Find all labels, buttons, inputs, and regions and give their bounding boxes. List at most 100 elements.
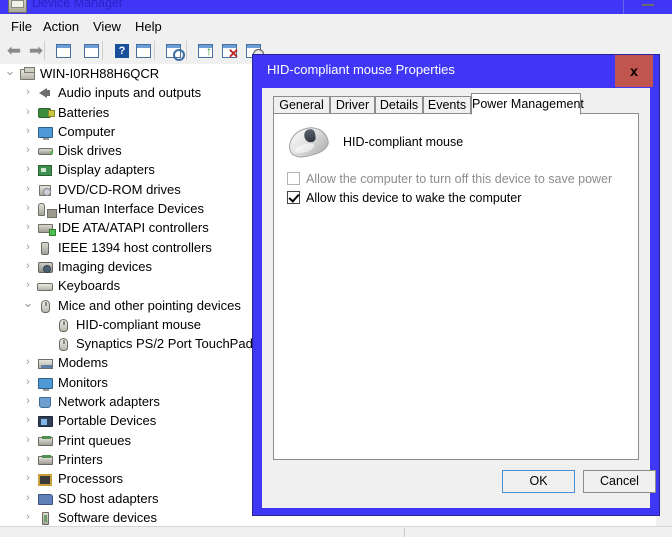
chevron-right-icon[interactable]: › bbox=[22, 199, 34, 218]
chevron-down-icon[interactable]: ⌄ bbox=[22, 295, 34, 310]
chevron-right-icon[interactable]: › bbox=[22, 450, 34, 469]
dvd-drive-icon bbox=[36, 182, 54, 198]
monitor-icon bbox=[36, 375, 54, 391]
chevron-right-icon[interactable]: › bbox=[22, 238, 34, 257]
close-icon[interactable]: x bbox=[615, 55, 653, 87]
dialog-title: HID-compliant mouse Properties bbox=[267, 62, 455, 77]
tree-item-label: Display adapters bbox=[58, 162, 155, 178]
chevron-right-icon[interactable]: › bbox=[22, 218, 34, 237]
chevron-right-icon[interactable]: › bbox=[22, 373, 34, 392]
mouse-icon bbox=[36, 298, 54, 314]
tab-driver[interactable]: Driver bbox=[330, 96, 375, 114]
menu-file[interactable]: File bbox=[6, 17, 37, 36]
tree-item-label: HID-compliant mouse bbox=[76, 316, 201, 332]
tab-events[interactable]: Events bbox=[423, 96, 471, 114]
tree-item-label: Printers bbox=[58, 451, 103, 467]
icon-shape bbox=[42, 511, 49, 525]
modem-icon bbox=[36, 355, 54, 371]
chevron-right-icon[interactable]: › bbox=[22, 103, 34, 122]
chevron-right-icon[interactable]: › bbox=[22, 160, 34, 179]
dialog-titlebar[interactable]: HID-compliant mouse Properties x bbox=[253, 55, 659, 87]
menu-view[interactable]: View bbox=[88, 17, 126, 36]
chevron-down-icon[interactable]: ⌄ bbox=[4, 64, 16, 78]
toolbar-divider bbox=[154, 41, 155, 60]
icon-shape bbox=[20, 67, 35, 80]
show-hide-console-tree-button[interactable] bbox=[54, 41, 74, 61]
tree-item-label: Print queues bbox=[58, 432, 131, 448]
tree-item-label: Processors bbox=[58, 471, 124, 487]
tree-item-label: Computer bbox=[58, 123, 116, 139]
properties-button[interactable] bbox=[82, 41, 102, 61]
sd-host-adapter-icon bbox=[36, 491, 54, 507]
update-driver-button[interactable] bbox=[134, 41, 154, 61]
forward-button[interactable]: ➡ bbox=[26, 41, 46, 61]
checkbox-unchecked-icon[interactable] bbox=[287, 172, 300, 185]
window-titlebar[interactable]: Device Manager bbox=[0, 0, 672, 14]
hid-icon bbox=[36, 201, 57, 219]
tree-item-label: Disk drives bbox=[58, 143, 122, 159]
tab-details[interactable]: Details bbox=[375, 96, 423, 114]
icon-shape bbox=[38, 165, 52, 177]
chevron-right-icon[interactable]: › bbox=[22, 353, 34, 372]
chevron-right-icon[interactable]: › bbox=[22, 508, 34, 526]
keyboard-icon bbox=[36, 278, 54, 294]
minimize-icon[interactable] bbox=[642, 4, 654, 6]
icon-shape bbox=[39, 397, 51, 409]
mouse-icon bbox=[284, 123, 332, 161]
help-button[interactable]: ? bbox=[112, 41, 132, 61]
computer-icon bbox=[36, 124, 54, 140]
icon-shape bbox=[38, 261, 53, 273]
back-button-glyph: ⬅ bbox=[6, 41, 22, 60]
device-name: HID-compliant mouse bbox=[343, 135, 464, 149]
cancel-button[interactable]: Cancel bbox=[583, 470, 656, 493]
display-adapter-icon bbox=[36, 162, 54, 178]
icon-shape bbox=[37, 283, 53, 292]
chevron-right-icon[interactable]: › bbox=[22, 392, 34, 411]
chevron-right-icon[interactable]: › bbox=[22, 83, 34, 102]
chevron-right-icon[interactable]: › bbox=[22, 276, 34, 295]
icon-shape bbox=[38, 107, 55, 118]
speaker-icon bbox=[36, 85, 54, 101]
chevron-right-icon[interactable]: › bbox=[22, 122, 34, 141]
tree-item-label: Keyboards bbox=[58, 278, 121, 294]
uninstall-device-button[interactable]: ✕ bbox=[220, 41, 240, 61]
device-manager-icon bbox=[8, 0, 27, 13]
icon-shape bbox=[38, 377, 53, 391]
checkbox-checked-icon[interactable] bbox=[287, 191, 300, 204]
update-device-driver-button[interactable]: ↑ bbox=[196, 41, 216, 61]
computer-icon bbox=[18, 66, 36, 82]
icon-shape bbox=[38, 454, 53, 465]
tree-item-label: IDE ATA/ATAPI controllers bbox=[58, 220, 209, 236]
chevron-right-icon[interactable]: › bbox=[22, 257, 34, 276]
magnifier-icon bbox=[173, 49, 185, 61]
chevron-right-icon[interactable]: › bbox=[22, 411, 34, 430]
chevron-right-icon[interactable]: › bbox=[22, 431, 34, 450]
icon-shape bbox=[38, 224, 56, 237]
tab-general[interactable]: General bbox=[273, 96, 330, 114]
icon-shape bbox=[38, 148, 53, 156]
scan-for-hardware-changes-button[interactable] bbox=[164, 41, 185, 61]
chevron-right-icon[interactable]: › bbox=[22, 489, 34, 508]
properties-dialog: HID-compliant mouse Properties x General… bbox=[252, 54, 660, 516]
icon-shape bbox=[39, 88, 50, 99]
processor-icon bbox=[36, 471, 54, 487]
tree-item-label: Network adapters bbox=[58, 394, 160, 410]
menu-action[interactable]: Action bbox=[38, 17, 84, 36]
back-button[interactable]: ⬅ bbox=[4, 41, 24, 61]
tab-power-management[interactable]: Power Management bbox=[471, 93, 584, 115]
icon-shape bbox=[59, 338, 68, 352]
imaging-device-icon bbox=[36, 259, 54, 275]
dialog-body: General Driver Details Events Power Manageme… bbox=[262, 88, 656, 508]
portable-device-icon bbox=[36, 413, 54, 429]
tree-item-label: SD host adapters bbox=[58, 490, 159, 506]
tree-item-label: Batteries bbox=[58, 104, 110, 120]
chevron-right-icon[interactable]: › bbox=[22, 141, 34, 160]
mouse-icon bbox=[54, 317, 72, 333]
chevron-right-icon[interactable]: › bbox=[22, 469, 34, 488]
chevron-right-icon[interactable]: › bbox=[22, 180, 34, 199]
icon-shape bbox=[38, 493, 53, 505]
mouse-icon bbox=[54, 336, 72, 352]
menu-help[interactable]: Help bbox=[130, 17, 167, 36]
ok-button[interactable]: OK bbox=[502, 470, 575, 493]
software-device-icon bbox=[36, 510, 54, 526]
